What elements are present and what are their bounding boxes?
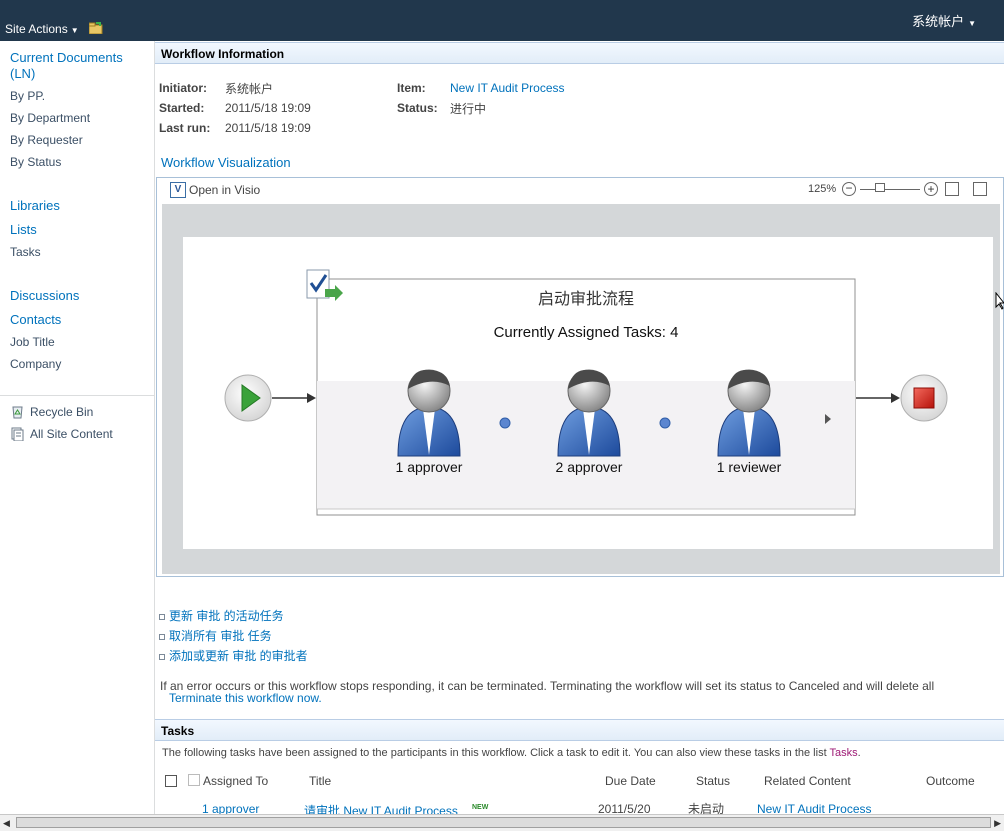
mouse-cursor-icon: [995, 292, 1004, 310]
assigned-tasks-count: Currently Assigned Tasks: 4: [493, 324, 679, 341]
tasks-description-text: The following tasks have been assigned t…: [162, 747, 830, 759]
site-actions-label: Site Actions: [5, 22, 68, 36]
nav-current-documents[interactable]: Current Documents (LN): [10, 50, 150, 82]
zoom-in-icon[interactable]: +: [924, 182, 938, 196]
connector-dot: [499, 417, 511, 429]
initiator-label: Initiator:: [159, 81, 207, 95]
visio-web-part: V Open in Visio 125% − + 启动审批流程 Currentl…: [156, 177, 1004, 577]
scroll-right-icon[interactable]: ▶: [994, 818, 1001, 829]
last-run-value: 2011/5/18 19:09: [225, 121, 311, 135]
nav-recycle-bin[interactable]: Recycle Bin: [30, 405, 93, 419]
item-label: Item:: [397, 81, 426, 95]
diagram-canvas: 启动审批流程 Currently Assigned Tasks: 4 1 app…: [183, 237, 993, 549]
bullet-icon: [159, 653, 165, 660]
open-in-visio-link[interactable]: Open in Visio: [189, 183, 260, 197]
scrollbar-thumb[interactable]: [16, 817, 991, 828]
bullet-icon: [159, 613, 165, 620]
select-all-checkbox[interactable]: [165, 775, 177, 787]
status-value: 进行中: [450, 102, 487, 116]
col-related-content[interactable]: Related Content: [764, 774, 851, 788]
last-run-label: Last run:: [159, 121, 211, 135]
scroll-left-icon[interactable]: ◀: [3, 818, 10, 829]
link-text: 取消所有 审批 任务: [169, 629, 272, 643]
visio-icon: V: [170, 182, 186, 198]
dropdown-arrow-icon: ▼: [70, 26, 79, 35]
nav-view-by-status[interactable]: By Status: [10, 155, 61, 169]
user-name: 系统帐户: [912, 14, 965, 29]
nav-lists[interactable]: Lists: [10, 222, 37, 237]
visio-toolbar: V Open in Visio 125% − +: [157, 178, 1003, 202]
all-site-content-icon: [11, 427, 24, 441]
nav-tasks[interactable]: Tasks: [10, 245, 41, 259]
connector-dot: [659, 417, 671, 429]
top-ribbon: Site Actions ▼ 系统帐户 ▼: [0, 0, 1004, 41]
col-title[interactable]: Title: [309, 774, 331, 788]
zoom-level: 125%: [808, 183, 837, 195]
nav-divider: [0, 395, 154, 396]
attachment-icon: [188, 774, 200, 786]
add-update-approvers-link[interactable]: 添加或更新 审批 的审批者: [159, 647, 308, 664]
arrowhead: [307, 393, 316, 403]
zoom-slider[interactable]: [860, 189, 920, 190]
fit-to-window-icon[interactable]: [945, 182, 959, 196]
nav-discussions[interactable]: Discussions: [10, 288, 79, 303]
arrowhead: [891, 393, 900, 403]
navigate-up-icon[interactable]: [89, 22, 103, 34]
tasks-description-period: .: [857, 747, 861, 759]
nav-libraries[interactable]: Libraries: [10, 198, 60, 213]
horizontal-scrollbar[interactable]: ◀ ▶: [0, 814, 1004, 831]
nav-all-site-content[interactable]: All Site Content: [30, 427, 113, 441]
tasks-list-link[interactable]: Tasks: [830, 747, 858, 759]
nav-view-by-department[interactable]: By Department: [10, 111, 90, 125]
zoom-out-icon[interactable]: −: [842, 182, 856, 196]
participant-label: 1 reviewer: [716, 459, 782, 475]
started-value: 2011/5/18 19:09: [225, 101, 311, 115]
recycle-bin-icon: [12, 406, 23, 419]
site-actions-menu[interactable]: Site Actions ▼: [5, 22, 79, 36]
new-badge: NEW: [472, 804, 489, 811]
end-shape[interactable]: [900, 374, 948, 422]
link-text: 添加或更新 审批 的审批者: [169, 649, 308, 663]
user-menu[interactable]: 系统帐户 ▼: [912, 11, 976, 30]
nav-company[interactable]: Company: [10, 357, 61, 371]
stage-title: 启动审批流程: [537, 291, 634, 308]
main-content: Workflow Information Initiator: 系统帐户 Sta…: [154, 41, 1004, 830]
initiator-value: 系统帐户: [225, 82, 274, 96]
started-label: Started:: [159, 101, 205, 115]
tasks-header: Tasks: [155, 719, 1004, 741]
participant-label: 2 approver: [555, 459, 623, 475]
col-status[interactable]: Status: [696, 774, 730, 788]
terminate-workflow-link[interactable]: Terminate this workflow now.: [169, 691, 322, 705]
col-assigned-to[interactable]: Assigned To: [203, 774, 268, 788]
update-active-tasks-link[interactable]: 更新 审批 的活动任务: [159, 607, 284, 624]
nav-contacts[interactable]: Contacts: [10, 312, 61, 327]
zoom-slider-thumb[interactable]: [875, 183, 885, 192]
col-outcome[interactable]: Outcome: [926, 774, 975, 788]
tasks-description: The following tasks have been assigned t…: [162, 747, 861, 759]
status-label: Status:: [397, 101, 438, 115]
nav-job-title[interactable]: Job Title: [10, 335, 55, 349]
link-text: 更新 审批 的活动任务: [169, 609, 284, 623]
diagram-viewport[interactable]: 启动审批流程 Currently Assigned Tasks: 4 1 app…: [162, 204, 1000, 574]
workflow-info-header: Workflow Information: [155, 42, 1004, 64]
nav-view-by-pp[interactable]: By PP.: [10, 89, 45, 103]
col-due-date[interactable]: Due Date: [605, 774, 656, 788]
participant-label: 1 approver: [395, 459, 463, 475]
quick-launch: Current Documents (LN) By PP. By Departm…: [0, 41, 154, 830]
visualization-title: Workflow Visualization: [161, 155, 291, 170]
dropdown-arrow-icon: ▼: [968, 19, 976, 28]
nav-view-by-requester[interactable]: By Requester: [10, 133, 83, 147]
item-link[interactable]: New IT Audit Process: [450, 81, 565, 95]
bullet-icon: [159, 633, 165, 640]
start-shape[interactable]: [224, 374, 272, 422]
info-panel-icon[interactable]: [973, 182, 987, 196]
cancel-all-tasks-link[interactable]: 取消所有 审批 任务: [159, 627, 272, 644]
